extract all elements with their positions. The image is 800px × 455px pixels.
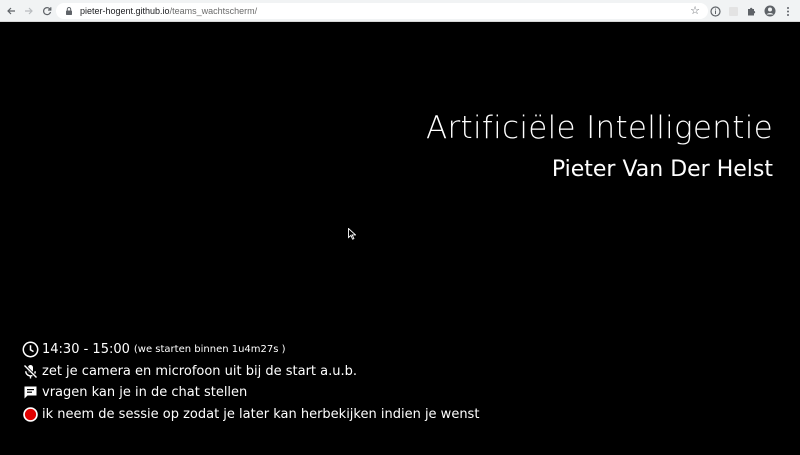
- clock-icon: [22, 341, 39, 358]
- chat-note: vragen kan je in de chat stellen: [42, 385, 248, 401]
- arrow-left-icon: [7, 7, 15, 14]
- camera-row: zet je camera en microfoon uit bij de st…: [22, 361, 479, 383]
- arrow-right-icon: [25, 7, 33, 14]
- record-note: ik neem de sessie op zodat je later kan …: [42, 406, 480, 422]
- puzzle-icon[interactable]: [745, 5, 758, 18]
- extension-placeholder-icon[interactable]: [727, 5, 740, 18]
- waiting-screen: Artificiële Intelligentie Pieter Van Der…: [0, 22, 800, 455]
- url-host: pieter-hogent.github.io: [80, 6, 170, 16]
- countdown-text: (we starten binnen 1u4m27s ): [133, 344, 286, 356]
- kebab-menu-icon[interactable]: [781, 5, 794, 18]
- reload-button[interactable]: [40, 4, 54, 18]
- browser-toolbar: pieter-hogent.github.io/teams_wachtscher…: [0, 0, 800, 22]
- record-icon: [22, 406, 39, 423]
- lock-icon: [66, 7, 72, 15]
- mouse-cursor-icon: [348, 228, 356, 240]
- chat-icon: [22, 384, 39, 401]
- account-avatar-icon[interactable]: [763, 5, 776, 18]
- back-button[interactable]: [4, 4, 18, 18]
- info-extension-icon[interactable]: [709, 5, 722, 18]
- chat-row: vragen kan je in de chat stellen: [22, 382, 479, 404]
- record-row: ik neem de sessie op zodat je later kan …: [22, 404, 479, 426]
- session-time: 14:30 - 15:00: [42, 342, 130, 358]
- session-title: Artificiële Intelligentie: [425, 110, 773, 146]
- camera-note: zet je camera en microfoon uit bij de st…: [42, 363, 358, 379]
- address-bar[interactable]: pieter-hogent.github.io/teams_wachtscher…: [56, 3, 708, 19]
- reload-icon: [43, 6, 52, 15]
- bookmark-star-icon[interactable]: ☆: [690, 4, 700, 17]
- mic-off-icon: [22, 363, 39, 380]
- time-row: 14:30 - 15:00 (we starten binnen 1u4m27s…: [22, 339, 479, 361]
- extensions-area: [709, 3, 794, 19]
- speaker-name: Pieter Van Der Helst: [551, 157, 773, 182]
- forward-button[interactable]: [22, 4, 36, 18]
- session-info-list: 14:30 - 15:00 (we starten binnen 1u4m27s…: [22, 339, 479, 425]
- url-path: /teams_wachtscherm/: [169, 6, 258, 16]
